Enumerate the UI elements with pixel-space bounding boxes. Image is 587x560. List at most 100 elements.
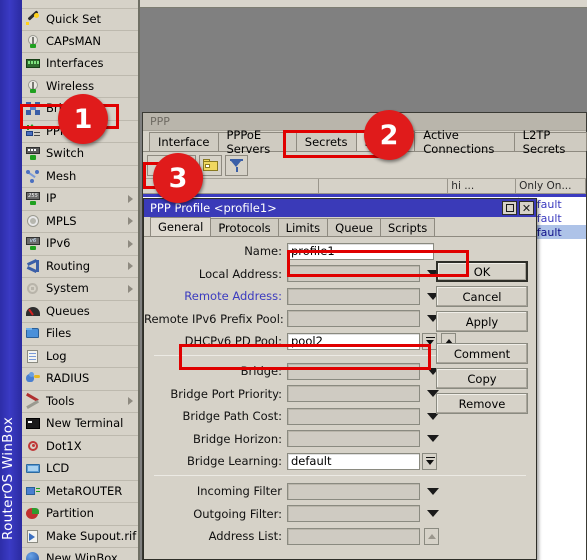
chevron-down-icon[interactable]	[427, 435, 439, 442]
label-bridge-learning: Bridge Learning:	[187, 454, 282, 468]
sidebar: RouterOS WinBox Quick Set CAPsMAN Interf…	[0, 0, 140, 560]
app-brand-label: RouterOS WinBox	[0, 416, 16, 540]
tab-protocols[interactable]: Protocols	[210, 218, 279, 236]
bridge-port-priority-input[interactable]	[287, 385, 420, 402]
bridge-learning-input[interactable]: default	[287, 452, 420, 470]
sidebar-item-new-winbox[interactable]: New WinBox	[22, 548, 138, 560]
sidebar-item-log[interactable]: Log	[22, 345, 138, 368]
remote-address-input[interactable]	[287, 287, 420, 305]
tab-interface[interactable]: Interface	[149, 132, 219, 151]
sidebar-item-label: Dot1X	[46, 438, 82, 453]
bridge-input[interactable]	[287, 362, 420, 380]
label-bridge: Bridge:	[240, 364, 282, 378]
column-header-local[interactable]	[319, 179, 449, 193]
sidebar-item-dot1x[interactable]: Dot1X	[22, 435, 138, 458]
filter-button[interactable]	[225, 154, 248, 176]
address-list-input[interactable]	[287, 527, 420, 545]
bridge-path-cost-input[interactable]	[287, 407, 420, 425]
divider	[154, 475, 526, 476]
sidebar-item-queues[interactable]: Queues	[22, 300, 138, 323]
local-address-input[interactable]	[287, 265, 420, 282]
screenshot-root: PPP Interface PPPoE Servers Secrets Prof…	[0, 0, 587, 560]
name-input[interactable]: profile1	[287, 242, 434, 260]
tab-active-connections[interactable]: Active Connections	[414, 128, 515, 156]
sidebar-item-label: New WinBox	[46, 551, 118, 560]
files-icon	[25, 326, 41, 341]
tab-pppoe-servers[interactable]: PPPoE Servers	[217, 128, 297, 156]
wireless-icon	[25, 79, 41, 94]
incoming-filter-input[interactable]	[287, 482, 420, 500]
sidebar-item-interfaces[interactable]: Interfaces	[22, 53, 138, 76]
radius-icon	[25, 371, 41, 386]
sidebar-item-quick-set[interactable]: Quick Set	[22, 8, 138, 31]
increment-button[interactable]	[424, 527, 439, 545]
tools-icon	[25, 392, 41, 409]
tab-secrets[interactable]: Secrets	[295, 132, 357, 151]
chevron-up-icon	[427, 533, 436, 539]
chevron-right-icon	[128, 194, 133, 203]
outgoing-filter-input[interactable]	[287, 505, 420, 522]
sidebar-item-label: LCD	[46, 461, 70, 475]
sidebar-item-label: Log	[46, 348, 67, 363]
bridge-horizon-input[interactable]	[287, 430, 420, 447]
sidebar-item-mesh[interactable]: Mesh	[22, 165, 138, 188]
label-remote-address: Remote Address:	[184, 289, 282, 303]
tab-scripts[interactable]: Scripts	[379, 218, 436, 236]
apply-button[interactable]: Apply	[436, 311, 528, 332]
sidebar-item-routing[interactable]: Routing	[22, 255, 138, 278]
remove-button[interactable]: Remove	[436, 393, 528, 414]
tab-limits[interactable]: Limits	[277, 218, 329, 236]
sidebar-item-label: RADIUS	[46, 371, 90, 385]
close-button[interactable]: ✕	[519, 201, 534, 215]
dropdown-button[interactable]	[422, 332, 437, 350]
remote-ipv6-prefix-pool-input[interactable]	[287, 310, 420, 327]
mpls-icon	[25, 214, 41, 229]
maximize-button[interactable]	[502, 201, 517, 215]
tab-queue[interactable]: Queue	[327, 218, 381, 236]
tab-l2tp-secrets[interactable]: L2TP Secrets	[513, 128, 587, 156]
bridge-icon	[25, 101, 41, 116]
sidebar-item-metarouter[interactable]: MetaROUTER	[22, 480, 138, 503]
dialog-title-text: PPP Profile <profile1>	[150, 201, 277, 215]
switch-icon	[25, 146, 41, 161]
comment-button[interactable]: Comment	[436, 343, 528, 364]
profiles-list-header: hi ... Only On...	[143, 179, 586, 194]
sidebar-item-label: IPv6	[46, 236, 71, 250]
sidebar-item-files[interactable]: Files	[22, 323, 138, 346]
field-row-bridge-learning: Bridge Learning: default	[144, 451, 536, 471]
sidebar-item-ipv6[interactable]: v6 IPv6	[22, 233, 138, 256]
sidebar-item-system[interactable]: System	[22, 278, 138, 301]
column-header-only-on[interactable]: Only On...	[516, 179, 586, 193]
sidebar-item-tools[interactable]: Tools	[22, 390, 138, 413]
annotation-badge-3: 3	[153, 153, 203, 203]
chevron-down-icon[interactable]	[427, 487, 439, 495]
cancel-button[interactable]: Cancel	[436, 286, 528, 307]
sidebar-item-switch[interactable]: Switch	[22, 143, 138, 166]
chevron-right-icon	[128, 217, 133, 226]
sidebar-item-mpls[interactable]: MPLS	[22, 210, 138, 233]
dropdown-button[interactable]	[422, 452, 437, 470]
copy-button[interactable]: Copy	[436, 368, 528, 389]
label-incoming-filter: Incoming Filter	[196, 484, 282, 498]
label-bridge-path-cost: Bridge Path Cost:	[182, 409, 282, 423]
label-local-address: Local Address:	[198, 266, 282, 281]
ipv6-icon: v6	[25, 236, 41, 251]
dialog-button-column: OK Cancel Apply Comment Copy Remove	[436, 261, 528, 418]
sidebar-item-make-supout[interactable]: Make Supout.rif	[22, 525, 138, 548]
sidebar-item-label: Switch	[46, 146, 85, 160]
label-address-list: Address List:	[208, 529, 282, 543]
dhcpv6-pd-pool-input[interactable]: pool2	[287, 332, 420, 350]
sidebar-item-radius[interactable]: RADIUS	[22, 368, 138, 391]
folder-icon	[203, 159, 218, 171]
sidebar-item-ip[interactable]: 255 IP	[22, 188, 138, 211]
sidebar-item-partition[interactable]: Partition	[22, 503, 138, 526]
sidebar-menu: Quick Set CAPsMAN Interfaces Wireless Br…	[22, 8, 138, 560]
sidebar-item-capsman[interactable]: CAPsMAN	[22, 30, 138, 53]
ok-button[interactable]: OK	[436, 261, 528, 282]
system-icon	[25, 281, 41, 296]
sidebar-item-new-terminal[interactable]: New Terminal	[22, 413, 138, 436]
sidebar-item-lcd[interactable]: LCD	[22, 458, 138, 481]
column-header-hi[interactable]: hi ...	[448, 179, 517, 193]
tab-general[interactable]: General	[150, 217, 212, 236]
chevron-down-icon[interactable]	[427, 510, 439, 517]
